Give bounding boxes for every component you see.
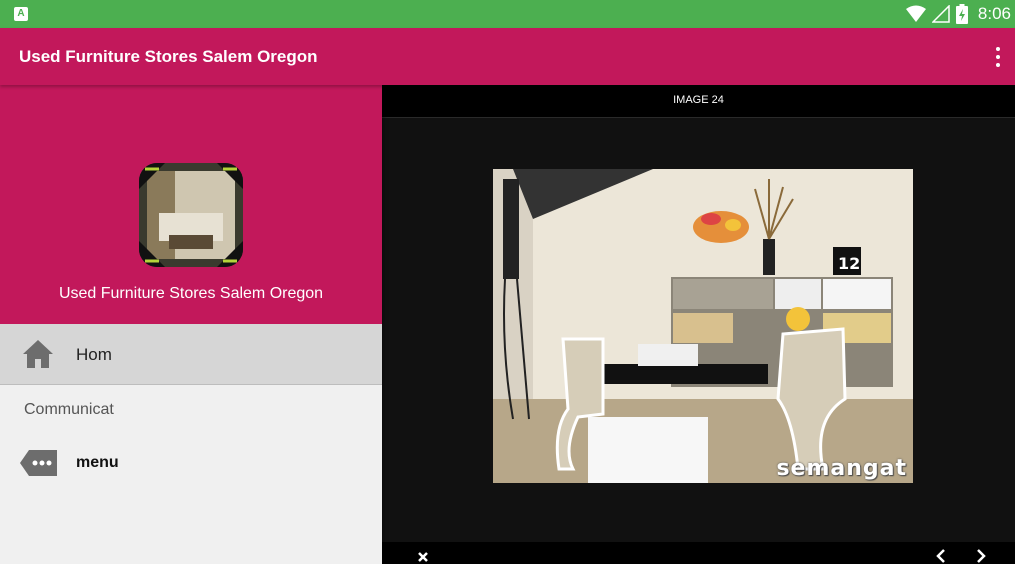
app-bar: Used Furniture Stores Salem Oregon: [0, 28, 1015, 85]
wifi-icon: [905, 5, 926, 22]
furniture-photo[interactable]: 12 semangat: [493, 169, 913, 483]
drawer-header: Used Furniture Stores Salem Oregon: [0, 85, 382, 324]
svg-text:12: 12: [838, 254, 860, 273]
viewer-controls: [382, 542, 1015, 564]
photo-watermark: semangat: [776, 456, 907, 481]
nav-item-menu[interactable]: menu: [0, 441, 382, 485]
viewer-header: IMAGE 24: [382, 85, 1015, 118]
drawer-app-name: Used Furniture Stores Salem Oregon: [58, 285, 324, 302]
status-bar: A 8:06: [0, 0, 1015, 28]
signal-icon: [931, 5, 950, 23]
image-viewer: IMAGE 24 12 semangat: [382, 85, 1015, 564]
photo-illustration: 12: [493, 169, 913, 483]
battery-icon: [955, 4, 968, 24]
chevron-left-icon[interactable]: [934, 548, 948, 564]
navigation-drawer: Used Furniture Stores Salem Oregon Hom C…: [0, 85, 382, 564]
clock: 8:06: [977, 4, 1011, 23]
section-header: Communicat: [24, 401, 114, 418]
nav-item-label: Hom: [76, 345, 112, 364]
app-logo: [139, 163, 243, 267]
nav-item-home[interactable]: Hom: [0, 324, 382, 385]
more-tag-icon: [20, 450, 57, 476]
image-title: IMAGE 24: [673, 94, 724, 106]
app-notification-icon: A: [14, 7, 28, 21]
close-icon[interactable]: [416, 550, 430, 564]
app-title: Used Furniture Stores Salem Oregon: [19, 47, 318, 66]
nav-item-label: menu: [76, 454, 119, 471]
more-vert-icon[interactable]: [991, 45, 1005, 69]
home-icon: [23, 340, 53, 368]
chevron-right-icon[interactable]: [974, 548, 988, 564]
